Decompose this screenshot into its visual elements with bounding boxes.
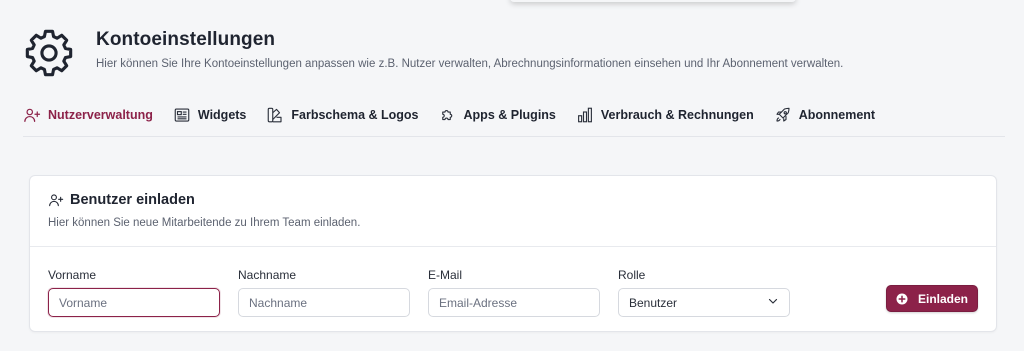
card-title: Benutzer einladen (70, 192, 195, 208)
page-header: Kontoeinstellungen Hier können Sie Ihre … (24, 26, 843, 78)
tab-label: Widgets (197, 108, 247, 122)
plus-circle-icon (896, 293, 908, 305)
tab-nutzerverwaltung[interactable]: Nutzerverwaltung (23, 100, 153, 130)
last-name-input[interactable] (238, 288, 410, 317)
email-label: E-Mail (428, 268, 463, 282)
newspaper-icon (173, 106, 191, 124)
card-header: Benutzer einladen Hier können Sie neue M… (30, 176, 996, 247)
invite-button[interactable]: Einladen (886, 285, 978, 312)
user-plus-icon (48, 192, 64, 208)
rocket-icon (774, 106, 792, 124)
role-selected-value: Benutzer (629, 295, 678, 310)
first-name-field-group: Vorname (48, 268, 220, 317)
tab-widgets[interactable]: Widgets (173, 100, 247, 130)
invite-users-card: Benutzer einladen Hier können Sie neue M… (29, 175, 997, 332)
puzzle-icon (439, 106, 457, 124)
invite-button-label: Einladen (917, 291, 968, 306)
invite-form: Vorname Nachname E-Mail Rolle Benutzer (30, 247, 996, 332)
tab-farbschema[interactable]: Farbschema & Logos (266, 100, 419, 130)
last-name-label: Nachname (238, 268, 297, 282)
email-input[interactable] (428, 288, 600, 317)
tab-label: Abonnement (798, 108, 876, 122)
tab-label: Nutzerverwaltung (48, 108, 153, 122)
first-name-label: Vorname (48, 268, 97, 282)
first-name-input[interactable] (48, 288, 220, 317)
last-name-field-group: Nachname (238, 268, 410, 317)
tab-abonnement[interactable]: Abonnement (774, 100, 875, 130)
role-field-group: Rolle Benutzer (618, 268, 790, 317)
page-subtitle: Hier können Sie Ihre Kontoeinstellungen … (96, 58, 844, 70)
role-label: Rolle (618, 268, 646, 282)
window-edge-shadow (510, 0, 796, 2)
tab-apps-plugins[interactable]: Apps & Plugins (439, 100, 556, 130)
role-select[interactable]: Benutzer (618, 288, 790, 317)
tab-label: Verbrauch & Rechnungen (600, 108, 754, 122)
bar-chart-icon (576, 106, 594, 124)
user-plus-icon (23, 106, 41, 124)
page-title: Kontoeinstellungen (96, 29, 276, 50)
tab-verbrauch-rechnungen[interactable]: Verbrauch & Rechnungen (576, 100, 754, 130)
tab-label: Apps & Plugins (463, 108, 556, 122)
chevron-down-icon (767, 295, 779, 310)
tab-label: Farbschema & Logos (291, 108, 419, 122)
palette-swatch-icon (266, 106, 284, 124)
settings-tabs: Nutzerverwaltung Widgets Farbschema & Lo… (23, 100, 1005, 137)
card-description: Hier können Sie neue Mitarbeitende zu Ih… (48, 217, 361, 229)
gear-icon (24, 28, 74, 78)
email-field-group: E-Mail (428, 268, 600, 317)
